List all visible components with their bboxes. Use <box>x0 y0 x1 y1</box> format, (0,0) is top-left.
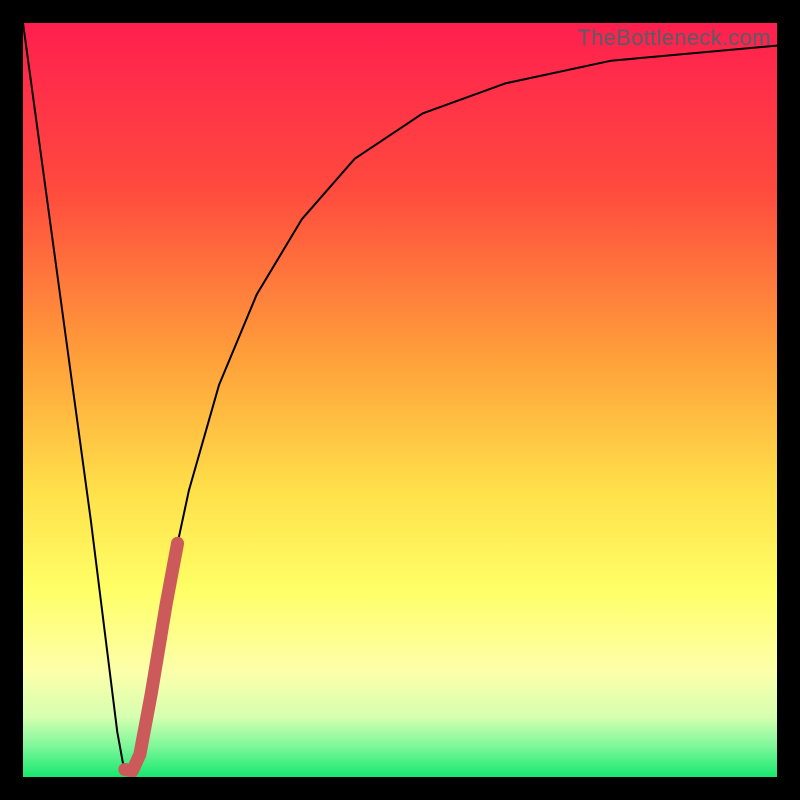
watermark-label: TheBottleneck.com <box>578 25 771 51</box>
chart-frame: TheBottleneck.com <box>0 0 800 800</box>
chart-svg <box>23 23 777 777</box>
plot-area: TheBottleneck.com <box>23 23 777 777</box>
gradient-background <box>23 23 777 777</box>
